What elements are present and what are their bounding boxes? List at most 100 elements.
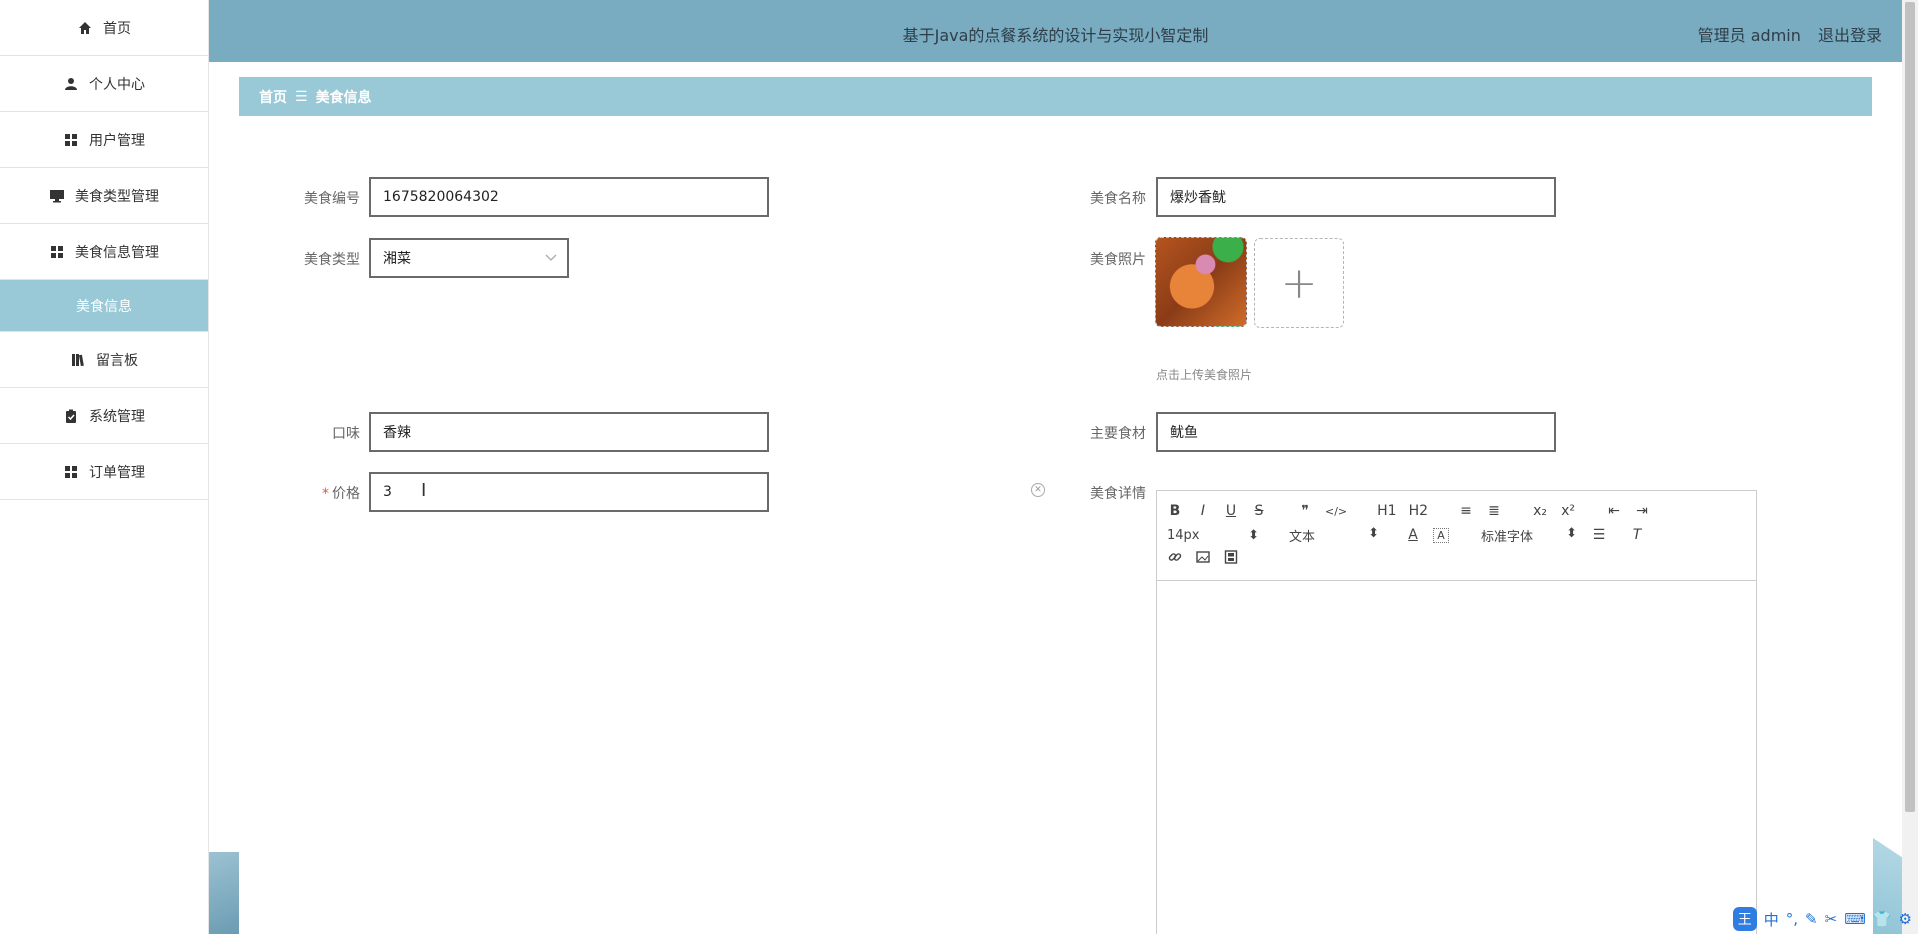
sidebar-item-system[interactable]: 系统管理 [0,388,208,444]
h1-button[interactable]: H1 [1377,503,1396,519]
food-no-input[interactable]: 1675820064302 [369,177,769,217]
main-ingredient-label: 主要食材 [1090,426,1146,442]
book-icon [70,352,86,368]
food-photo-label: 美食照片 [1090,252,1146,268]
sidebar-item-label: 系统管理 [89,408,145,425]
sidebar-item-label: 订单管理 [89,464,145,481]
underline-button[interactable]: U [1223,503,1239,519]
keyboard-icon[interactable]: ⌨ [1844,910,1866,928]
admin-box: 管理员 admin 退出登录 [1686,22,1882,46]
breadcrumb-home[interactable]: 首页 [259,87,287,107]
video-icon[interactable] [1223,550,1239,568]
price-input[interactable]: 3 [369,472,769,512]
food-type-value: 湘菜 [383,251,411,267]
taste-label: 口味 [332,426,360,442]
sidebar-item-label: 首页 [103,20,131,37]
upload-hint: 点击上传美食照片 [1156,368,1253,382]
indent-button[interactable]: ⇥ [1634,503,1650,519]
ordered-list-button[interactable]: ≡ [1458,503,1474,519]
settings-icon[interactable]: ⚙ [1899,910,1912,928]
food-type-label: 美食类型 [304,252,360,268]
scrollbar-thumb[interactable] [1905,2,1915,812]
current-user: 管理员 admin [1697,26,1801,45]
price-label: * 价格 [240,483,360,503]
grid-icon [49,244,65,260]
sidebar-item-label: 美食类型管理 [75,188,159,205]
rich-text-editor[interactable]: B I U S ❞ </> H1 H2 ≡ ≣ x₂ x² ⇤ ⇥ 14px ⬍ … [1156,490,1757,934]
font-color-icon[interactable]: A [1405,527,1421,543]
scissors-icon[interactable]: ✂ [1825,910,1838,928]
taste-input[interactable]: 香辣 [369,412,769,452]
pen-icon[interactable]: ✎ [1805,910,1818,928]
upload-plus-button[interactable]: + [1254,238,1344,328]
align-icon[interactable]: ☰ [1591,527,1607,543]
food-name-input[interactable]: 爆炒香鱿 [1156,177,1556,217]
breadcrumb-current: 美食信息 [315,89,372,106]
bold-button[interactable]: B [1167,503,1183,519]
bullet-list-button[interactable]: ≣ [1486,503,1502,519]
font-size-select[interactable]: 14px ⬍ [1167,528,1259,543]
font-family-select[interactable]: 标准字体 ⬍ [1481,526,1577,545]
superscript-button[interactable]: x² [1560,503,1576,519]
user-icon [63,76,79,92]
sidebar-item-orders[interactable]: 订单管理 [0,444,208,500]
sidebar-item-label: 留言板 [96,352,138,369]
sidebar-item-home[interactable]: 首页 [0,0,208,56]
ime-toolbar: 王 中 °, ✎ ✂ ⌨ 👕 ⚙ [1732,906,1912,932]
ime-mode[interactable]: 中 [1764,909,1779,930]
required-mark: * [322,486,329,502]
editor-toolbar: B I U S ❞ </> H1 H2 ≡ ≣ x₂ x² ⇤ ⇥ 14px ⬍ … [1157,491,1756,581]
code-button[interactable]: </> [1325,505,1347,518]
ime-logo[interactable]: 王 [1732,907,1757,931]
blockquote-button[interactable]: ❞ [1297,503,1313,519]
detail-label: 美食详情 [1090,486,1146,502]
h2-button[interactable]: H2 [1409,503,1428,519]
font-family-value: 标准字体 [1481,529,1534,545]
price-label-text: 价格 [332,486,360,502]
paragraph-value: 文本 [1289,529,1316,545]
updown-icon: ⬍ [1566,525,1577,541]
paragraph-select[interactable]: 文本 ⬍ [1289,526,1379,545]
shirt-icon[interactable]: 👕 [1873,910,1892,928]
sidebar-item-message-board[interactable]: 留言板 [0,332,208,388]
italic-button[interactable]: I [1195,503,1211,519]
image-icon[interactable] [1195,550,1211,568]
monitor-icon [49,188,65,204]
clear-format-icon[interactable]: T [1629,527,1645,543]
strike-button[interactable]: S [1251,503,1267,519]
sidebar-item-food-info-manage[interactable]: 美食信息管理 [0,224,208,280]
decor-left [209,852,239,934]
toolbar-row: B I U S ❞ </> H1 H2 ≡ ≣ x₂ x² ⇤ ⇥ [1167,499,1746,523]
chevron-down-icon [545,250,557,266]
scrollbar[interactable] [1902,0,1918,934]
link-icon[interactable] [1167,550,1183,568]
food-name-label: 美食名称 [1090,191,1146,207]
sidebar-item-food-type[interactable]: 美食类型管理 [0,168,208,224]
toolbar-row [1167,547,1746,571]
logout-link[interactable]: 退出登录 [1818,26,1882,45]
food-type-select[interactable]: 湘菜 [369,238,569,278]
sidebar: 首页 个人中心 用户管理 美食类型管理 美食信息管理 美食信息 留言板 系统管理… [0,0,209,934]
sidebar-item-users[interactable]: 用户管理 [0,112,208,168]
punctuation-icon[interactable]: °, [1786,910,1798,928]
site-title: 基于Java的点餐系统的设计与实现小智定制 [902,26,1209,45]
text-cursor-icon: I [421,480,427,501]
clipboard-icon [63,408,79,424]
updown-icon: ⬍ [1368,525,1379,541]
sidebar-item-label: 个人中心 [89,76,145,93]
top-header: 基于Java的点餐系统的设计与实现小智定制 管理员 admin 退出登录 [209,0,1902,62]
subscript-button[interactable]: x₂ [1532,503,1548,519]
font-size-value: 14px [1167,527,1200,543]
toolbar-row: 14px ⬍ 文本 ⬍ A A 标准字体 ⬍ ☰ T [1167,523,1746,547]
food-no-label: 美食编号 [304,191,360,207]
sidebar-item-profile[interactable]: 个人中心 [0,56,208,112]
breadcrumb-separator: ☰ [295,88,308,105]
background-color-icon[interactable]: A [1433,527,1449,543]
updown-icon: ⬍ [1248,527,1259,543]
main-ingredient-input[interactable]: 鱿鱼 [1156,412,1556,452]
food-photo-thumbnail[interactable] [1155,237,1247,327]
breadcrumb: 首页 ☰ 美食信息 [239,77,1872,116]
sidebar-item-food-info[interactable]: 美食信息 [0,280,208,332]
outdent-button[interactable]: ⇤ [1606,503,1622,519]
sidebar-item-label: 美食信息管理 [75,244,159,261]
